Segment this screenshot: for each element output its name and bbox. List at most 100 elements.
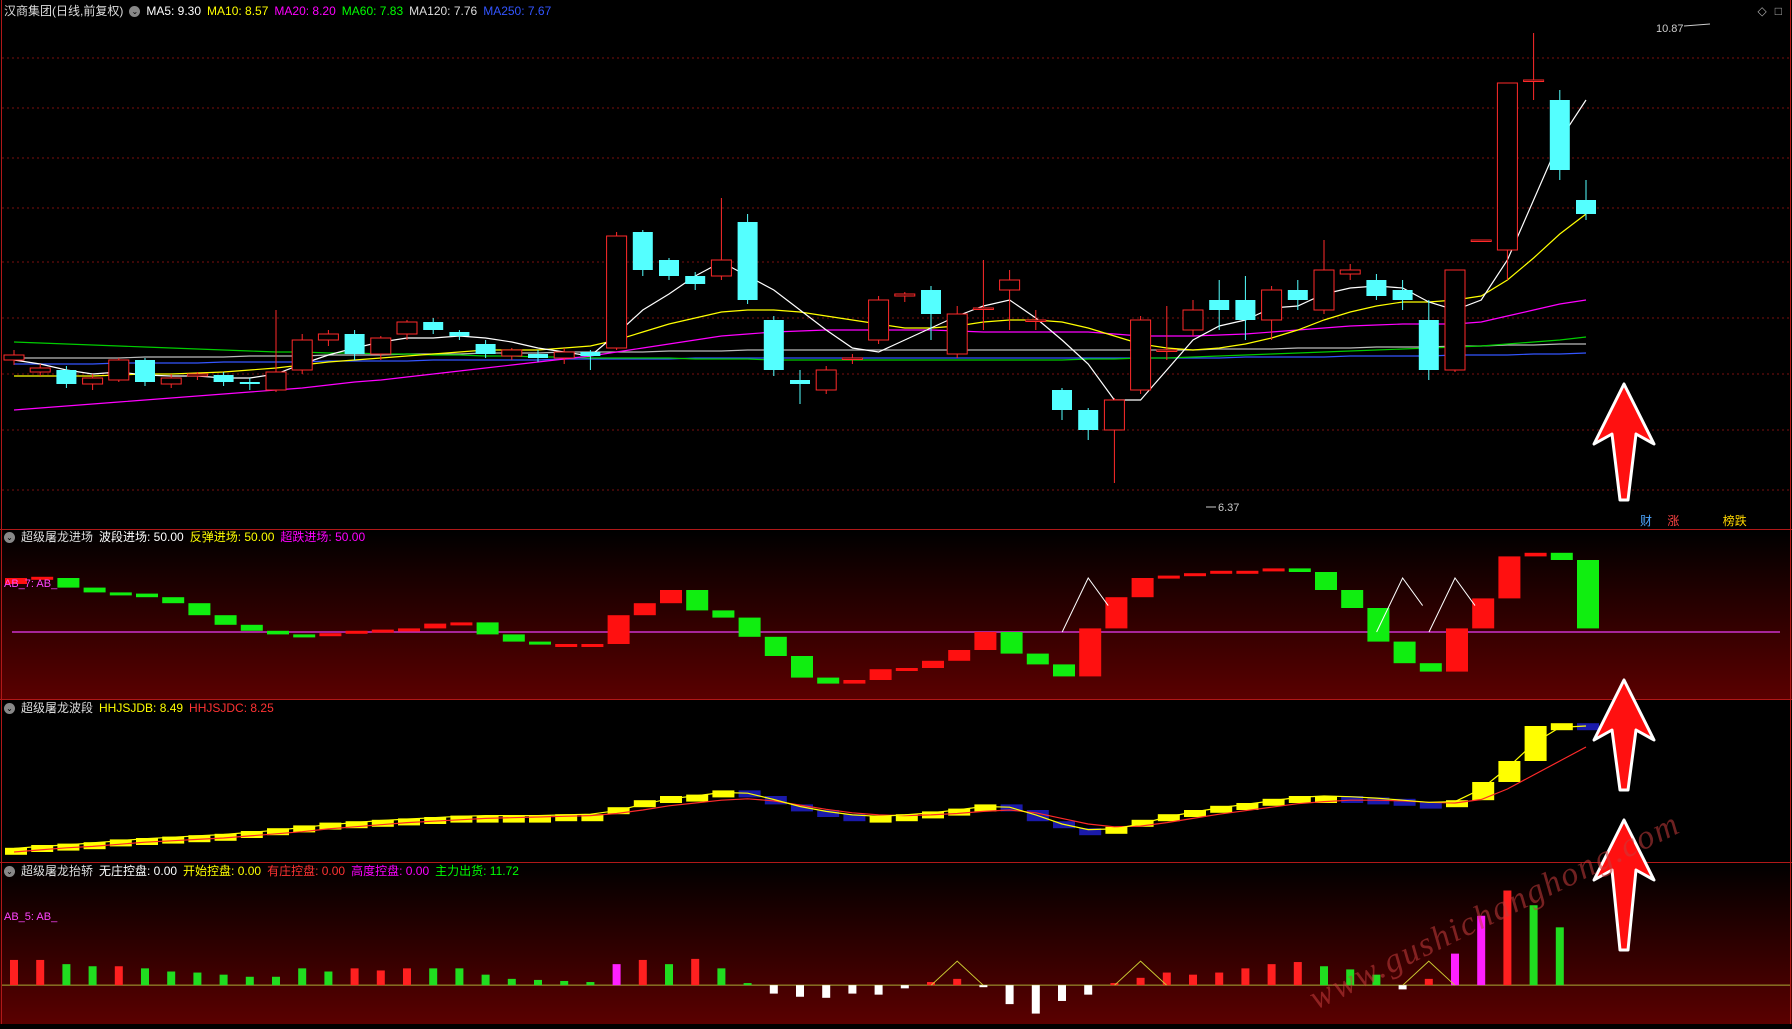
entry-bar [791, 656, 813, 678]
candle-body [1496, 82, 1518, 251]
wave-indicator-list: HHJSJDB: 8.49 HHJSJDC: 8.25 [99, 701, 280, 715]
entry-bar [1524, 552, 1547, 557]
candle-body [1418, 320, 1439, 370]
lift-bar [219, 974, 228, 986]
candle-body [1209, 300, 1230, 310]
candle-body [632, 232, 653, 270]
candle-body [841, 357, 863, 360]
lift-bar [141, 968, 149, 986]
candle-body [291, 339, 313, 371]
entry-bar [1079, 628, 1102, 677]
candle-body [580, 352, 601, 356]
candle-body [82, 377, 104, 385]
lift-bar [665, 964, 673, 986]
entry-bar [1577, 560, 1599, 629]
lift-bar [638, 959, 647, 986]
panel1-title[interactable]: 汉商集团(日线,前复权) [4, 4, 123, 18]
entry-bar [502, 634, 525, 642]
candle-body [108, 359, 130, 381]
lift-bar [376, 970, 385, 986]
entry-bar [1393, 641, 1416, 664]
candle-body [135, 360, 155, 382]
panel2-title: 超级屠龙进场 [21, 530, 94, 544]
panel3-title: 超级屠龙波段 [21, 701, 94, 715]
entry-bar [1157, 575, 1180, 579]
indicator-value: MA20: 8.20 [274, 4, 336, 18]
diamond-icon[interactable]: ◇ [1758, 4, 1767, 18]
square-icon[interactable]: □ [1775, 4, 1782, 18]
candle-body [3, 354, 25, 361]
candle-body [1287, 290, 1308, 300]
entry-bar [267, 630, 289, 635]
collapse-toggle-icon[interactable]: ⌄ [4, 532, 15, 544]
entry-bar [1498, 556, 1521, 599]
wave-bar [712, 790, 735, 798]
candle-body [1523, 79, 1545, 82]
entry-bar [529, 641, 551, 645]
entry-bar [136, 593, 158, 598]
candle-body [370, 337, 392, 355]
candle-body [1103, 399, 1125, 431]
tag-rise[interactable]: 涨 [1667, 514, 1679, 528]
lift-bar [167, 971, 176, 986]
candle-body [501, 349, 523, 357]
candle-body [946, 313, 968, 355]
lift-bar [193, 972, 202, 986]
panel4-title: 超级屠龙抬轿 [21, 864, 94, 878]
lift-bar [874, 985, 883, 995]
entry-bar [424, 623, 447, 629]
candle-body [1130, 319, 1152, 391]
lift-bar [1241, 968, 1250, 986]
entry-bar [660, 590, 682, 604]
candle-body [1549, 100, 1570, 170]
lift-bar [848, 985, 857, 994]
lift-bar [796, 985, 804, 997]
entry-bar [712, 610, 735, 618]
entry-bar [555, 644, 578, 647]
event-tags: 财 涨 榜跌 [1640, 512, 1747, 529]
entry-bar [895, 668, 918, 671]
collapse-toggle-icon[interactable]: ⌄ [4, 703, 15, 715]
lift-bar [245, 976, 254, 986]
candle-body [344, 334, 365, 354]
indicator-value: 波段进场: 50.00 [99, 530, 184, 544]
lift-bar [507, 978, 516, 986]
entry-bar [214, 615, 237, 625]
lift-bar [953, 978, 962, 986]
entry-bar [869, 669, 892, 680]
lift-bar [900, 985, 909, 989]
panel4-sub-label: AB_5: AB_ [4, 911, 58, 923]
lift-bar [1136, 977, 1145, 986]
entry-bar [450, 622, 473, 626]
lift-bar [717, 968, 726, 986]
lift-indicator-list: 无庄控盘: 0.00 开始控盘: 0.00 有庄控盘: 0.00 高度控盘: 0.00… [99, 864, 525, 878]
entry-bar [1446, 628, 1468, 672]
entry-bar [293, 634, 316, 638]
indicator-value: 开始控盘: 0.00 [183, 864, 262, 878]
entry-bar [764, 636, 787, 656]
indicator-value: MA120: 7.76 [409, 4, 478, 18]
lift-bar [1398, 985, 1407, 990]
candle-body [763, 320, 784, 370]
candle-body [894, 293, 916, 297]
indicator-value: HHJSJDC: 8.25 [189, 701, 274, 715]
tag-ranking[interactable]: 榜跌 [1723, 514, 1747, 528]
candle-body [265, 371, 287, 391]
collapse-toggle-icon[interactable]: ⌄ [4, 866, 15, 878]
panel2-sub-label: AB_7: AB_ [4, 578, 58, 590]
candle-body [685, 276, 706, 284]
entry-bar [319, 633, 342, 637]
lift-bar [822, 985, 831, 998]
collapse-toggle-icon[interactable]: ⌄ [129, 6, 141, 18]
candle-body [396, 321, 418, 335]
lift-bar [272, 976, 280, 986]
chart-stage: 10.87 6.37 汉商集团(日线,前复权) ⌄ MA5: 9.30 MA10: 8… [0, 0, 1792, 1024]
lift-bar [1529, 905, 1538, 986]
candle-body [659, 260, 679, 276]
indicator-value: HHJSJDB: 8.49 [99, 701, 184, 715]
entry-bar [843, 680, 866, 684]
candle-body [999, 279, 1021, 291]
tag-finance[interactable]: 财 [1640, 514, 1652, 528]
lift-bar [1215, 972, 1224, 986]
lift-bar [1424, 978, 1433, 986]
